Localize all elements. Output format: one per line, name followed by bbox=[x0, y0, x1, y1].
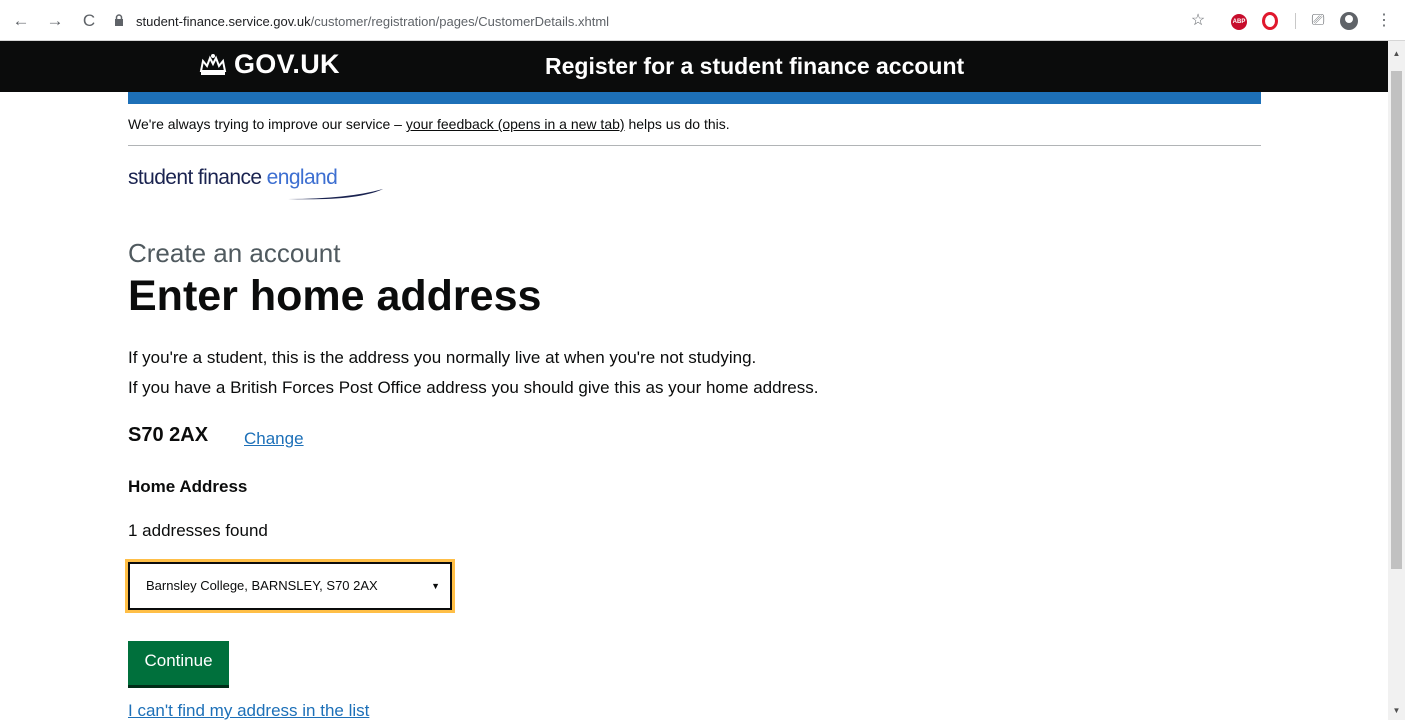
opera-icon[interactable] bbox=[1262, 12, 1278, 30]
browser-toolbar: ← → C student-finance.service.gov.uk/cus… bbox=[0, 0, 1405, 41]
lock-icon bbox=[114, 14, 128, 28]
address-bar[interactable]: student-finance.service.gov.uk/customer/… bbox=[110, 10, 1210, 32]
feedback-text: We're always trying to improve our servi… bbox=[128, 116, 406, 132]
toolbar-separator bbox=[1295, 13, 1296, 29]
change-postcode-link[interactable]: Change bbox=[244, 429, 304, 449]
scrollbar[interactable]: ▲ ▼ bbox=[1388, 41, 1405, 720]
cant-find-address-link[interactable]: I can't find my address in the list bbox=[128, 701, 369, 720]
govuk-logo-text: GOV.UK bbox=[234, 49, 340, 79]
gov-header: GOV.UK Register for a student finance ac… bbox=[0, 41, 1388, 92]
reload-icon[interactable]: C bbox=[80, 12, 98, 30]
sfe-logo-text-2: england bbox=[266, 166, 338, 189]
feedback-link[interactable]: your feedback (opens in a new tab) bbox=[406, 116, 625, 132]
addresses-found-count: 1 addresses found bbox=[128, 521, 268, 540]
feedback-text-end: helps us do this. bbox=[624, 116, 730, 132]
scroll-up-icon[interactable]: ▲ bbox=[1392, 49, 1401, 58]
home-address-label: Home Address bbox=[128, 477, 248, 496]
postcode-value: S70 2AX bbox=[128, 424, 209, 446]
back-arrow-icon[interactable]: ← bbox=[12, 12, 30, 30]
hint-text-2: If you have a British Forces Post Office… bbox=[128, 378, 819, 397]
divider bbox=[128, 145, 1261, 146]
address-select[interactable]: Barnsley College, BARNSLEY, S70 2AX ▼ bbox=[128, 562, 452, 610]
chevron-down-icon: ▼ bbox=[431, 581, 440, 591]
star-icon[interactable]: ☆ bbox=[1188, 12, 1208, 30]
sfe-swoosh-icon bbox=[288, 189, 383, 200]
scroll-thumb[interactable] bbox=[1391, 71, 1402, 569]
address-select-value: Barnsley College, BARNSLEY, S70 2AX bbox=[146, 578, 378, 593]
continue-button[interactable]: Continue bbox=[128, 641, 229, 685]
profile-icon[interactable] bbox=[1340, 12, 1358, 30]
scroll-down-icon[interactable]: ▼ bbox=[1392, 706, 1401, 715]
govuk-logo[interactable]: GOV.UK bbox=[198, 49, 340, 80]
page-title: Enter home address bbox=[128, 272, 542, 320]
hint-text-1: If you're a student, this is the address… bbox=[128, 348, 757, 367]
feedback-banner: We're always trying to improve our servi… bbox=[128, 116, 730, 132]
page-caption: Create an account bbox=[128, 238, 341, 268]
forward-arrow-icon[interactable]: → bbox=[46, 12, 64, 30]
address-select-focus-ring: Barnsley College, BARNSLEY, S70 2AX ▼ bbox=[125, 559, 455, 613]
cast-icon[interactable]: ⎚ bbox=[1308, 12, 1328, 30]
adblock-icon[interactable]: ABP bbox=[1231, 14, 1247, 30]
service-name[interactable]: Register for a student finance account bbox=[545, 53, 964, 80]
url-text: student-finance.service.gov.uk/customer/… bbox=[136, 13, 610, 29]
menu-icon[interactable]: ⋮ bbox=[1374, 12, 1394, 30]
header-blue-bar bbox=[128, 92, 1261, 104]
crown-icon bbox=[199, 53, 227, 75]
sfe-logo-text-1: student finance bbox=[128, 166, 267, 189]
